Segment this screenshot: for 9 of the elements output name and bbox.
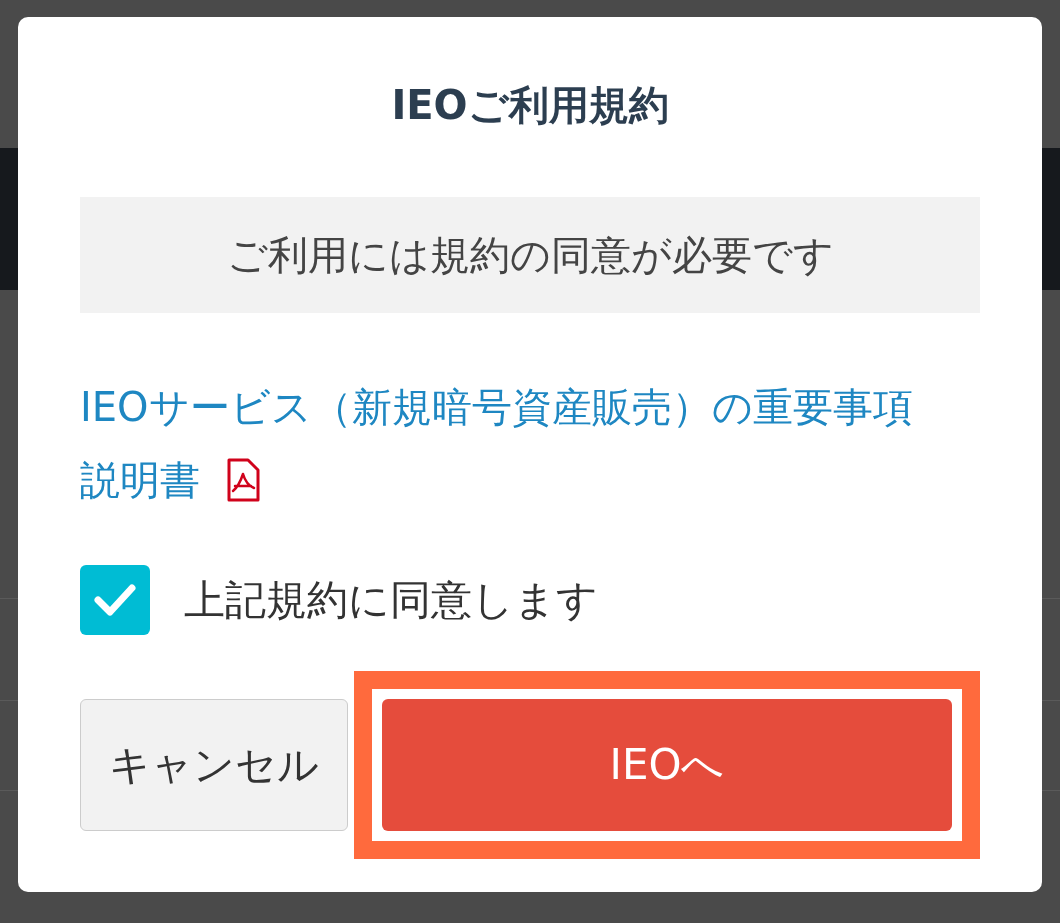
check-icon [93, 583, 137, 617]
agree-label: 上記規約に同意します [184, 574, 598, 626]
dialog-title: IEOご利用規約 [391, 85, 669, 125]
document-link[interactable]: IEOサービス（新規暗号資産販売）の重要事項説明書 [80, 371, 940, 517]
pdf-icon[interactable] [226, 458, 260, 502]
notice-text: ご利用には規約の同意が必要です [226, 230, 834, 280]
agree-checkbox[interactable] [80, 565, 150, 635]
cancel-button[interactable]: キャンセル [80, 699, 348, 831]
proceed-button[interactable]: IEOへ [382, 699, 952, 831]
